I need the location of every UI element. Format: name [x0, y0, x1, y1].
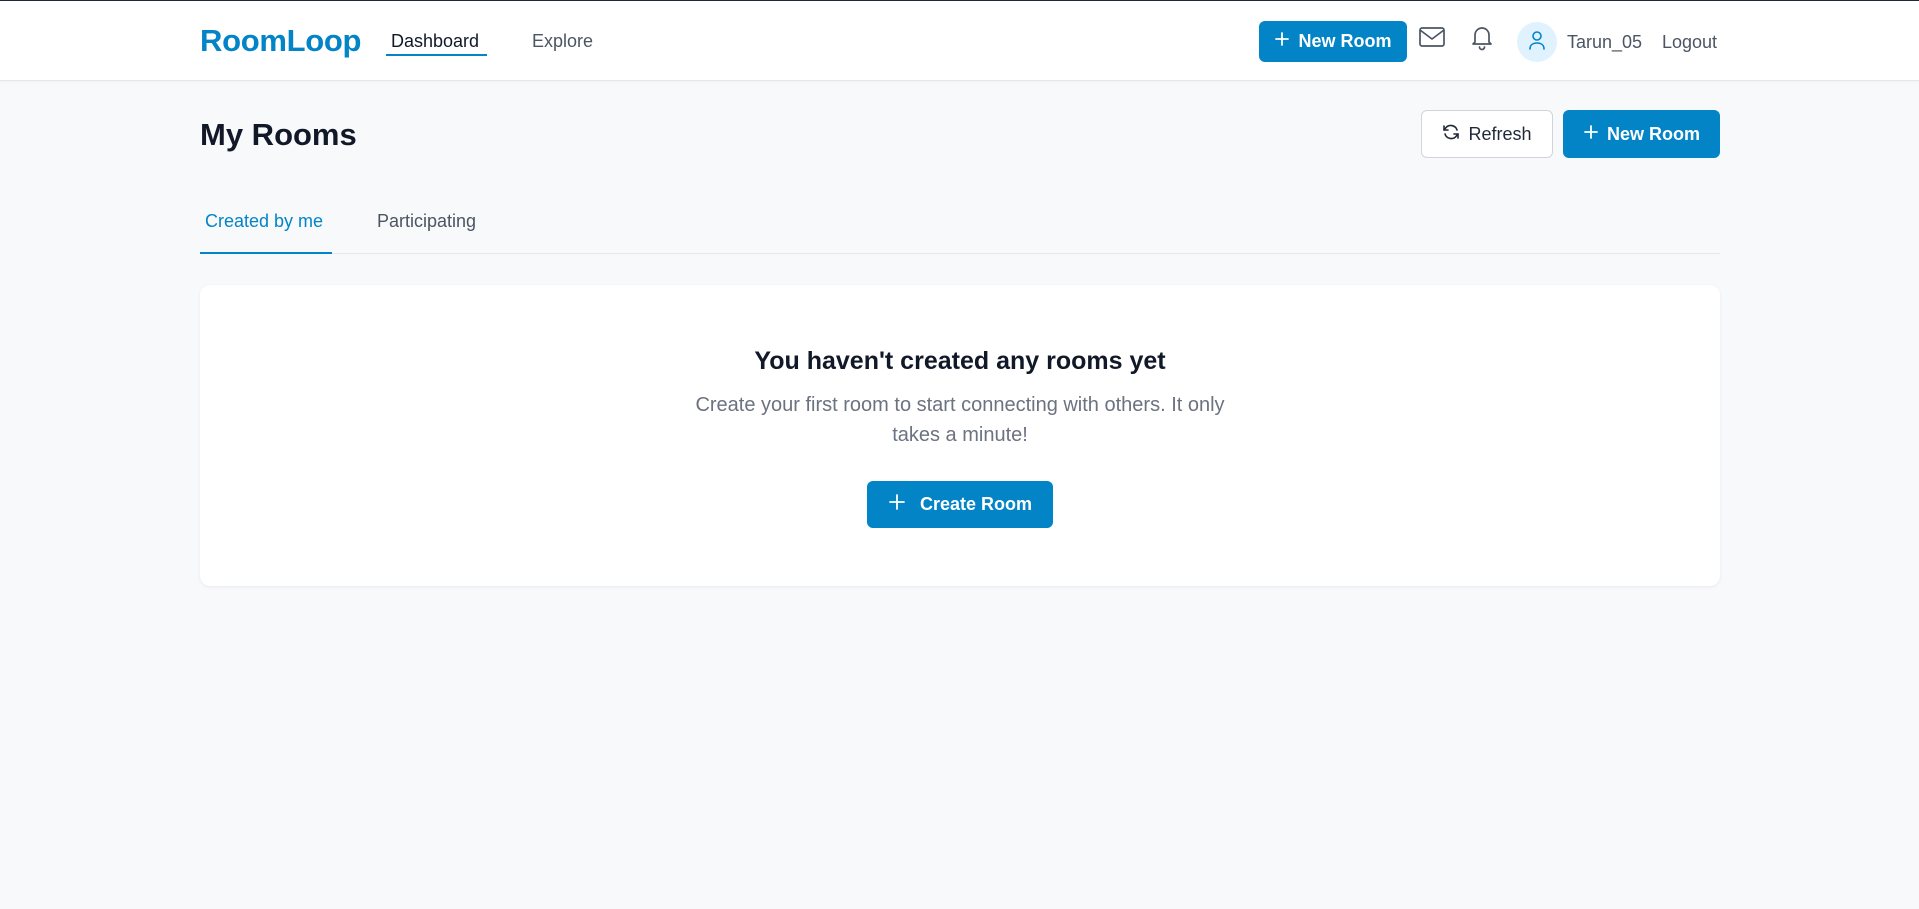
nav-new-room-label: New Room — [1298, 31, 1392, 51]
plus-icon — [1274, 31, 1290, 52]
tabs-divider — [200, 253, 1720, 254]
nav-new-room-button[interactable]: New Room — [1259, 21, 1407, 62]
nav-active-underline — [386, 54, 487, 56]
tab-active-underline — [200, 252, 332, 254]
refresh-icon — [1442, 123, 1460, 146]
new-room-button[interactable]: New Room — [1563, 110, 1720, 158]
bell-icon[interactable] — [1469, 23, 1495, 56]
avatar[interactable] — [1517, 22, 1557, 62]
tab-created-by-me[interactable]: Created by me — [205, 211, 323, 232]
brand-logo[interactable]: RoomLoop — [200, 23, 361, 59]
nav-link-explore[interactable]: Explore — [532, 31, 593, 52]
plus-icon — [888, 493, 906, 516]
refresh-label: Refresh — [1468, 123, 1532, 144]
refresh-button[interactable]: Refresh — [1421, 110, 1553, 158]
top-navbar: RoomLoop Dashboard Explore New Room Taru… — [0, 1, 1919, 81]
logout-link[interactable]: Logout — [1662, 32, 1717, 53]
create-room-button[interactable]: Create Room — [867, 481, 1053, 528]
empty-state-title: You haven't created any rooms yet — [754, 347, 1166, 375]
tab-participating[interactable]: Participating — [377, 211, 476, 232]
empty-state-card: You haven't created any rooms yet Create… — [200, 285, 1720, 586]
new-room-label: New Room — [1606, 123, 1700, 144]
username-label[interactable]: Tarun_05 — [1567, 32, 1642, 53]
empty-state-description: Create your first room to start connecti… — [695, 394, 1225, 446]
mail-icon[interactable] — [1418, 25, 1446, 54]
plus-icon — [1583, 124, 1599, 145]
nav-link-dashboard[interactable]: Dashboard — [391, 31, 479, 52]
page-title: My Rooms — [200, 117, 357, 152]
user-icon — [1528, 30, 1546, 55]
create-room-label: Create Room — [919, 494, 1033, 514]
